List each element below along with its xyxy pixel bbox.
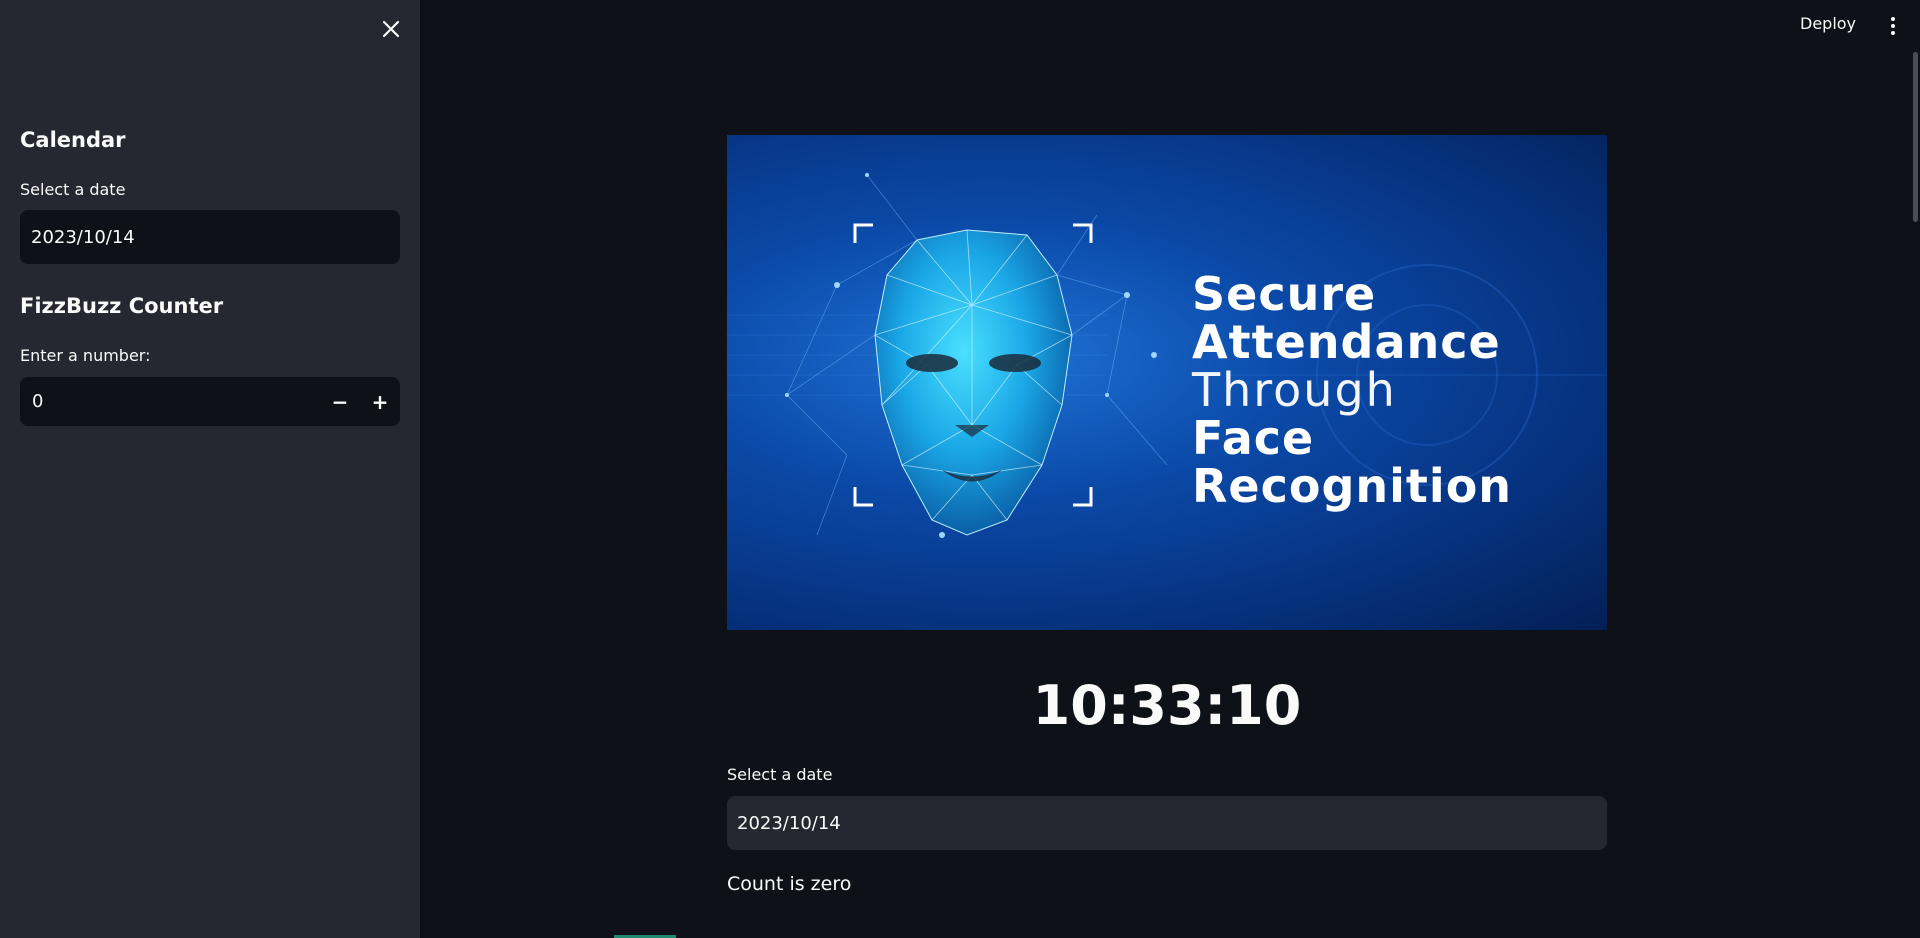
main-date-label: Select a date (727, 765, 833, 784)
banner-line-2: Attendance (1192, 315, 1501, 369)
banner-line-1: Secure (1192, 267, 1377, 321)
increment-button[interactable]: + (360, 377, 400, 426)
number-stepper: 0 − + (20, 377, 400, 426)
more-vertical-icon[interactable] (1883, 14, 1903, 38)
banner-image: Secure Attendance Through Face Recogniti… (727, 135, 1607, 630)
clock-display: 10:33:10 (1032, 674, 1302, 737)
count-status-text: Count is zero (727, 873, 852, 895)
sidebar-date-input[interactable]: 2023/10/14 (20, 210, 400, 264)
calendar-heading: Calendar (20, 128, 126, 152)
banner-line-3: Through (1192, 363, 1397, 417)
fizzbuzz-heading: FizzBuzz Counter (20, 294, 224, 318)
sidebar-date-label: Select a date (20, 180, 126, 199)
banner-title: Secure Attendance Through Face Recogniti… (1192, 270, 1512, 510)
sidebar: Calendar Select a date 2023/10/14 FizzBu… (0, 0, 420, 938)
close-sidebar-button[interactable] (378, 16, 404, 42)
banner-line-4: Face (1192, 411, 1315, 465)
deploy-button[interactable]: Deploy (1800, 14, 1856, 33)
decrement-button[interactable]: − (320, 377, 360, 426)
close-icon (382, 20, 400, 38)
scrollbar[interactable] (1913, 52, 1918, 222)
number-label: Enter a number: (20, 346, 151, 365)
number-field[interactable]: 0 (20, 391, 320, 412)
banner-line-5: Recognition (1192, 459, 1513, 513)
main-date-input[interactable]: 2023/10/14 (727, 796, 1607, 850)
